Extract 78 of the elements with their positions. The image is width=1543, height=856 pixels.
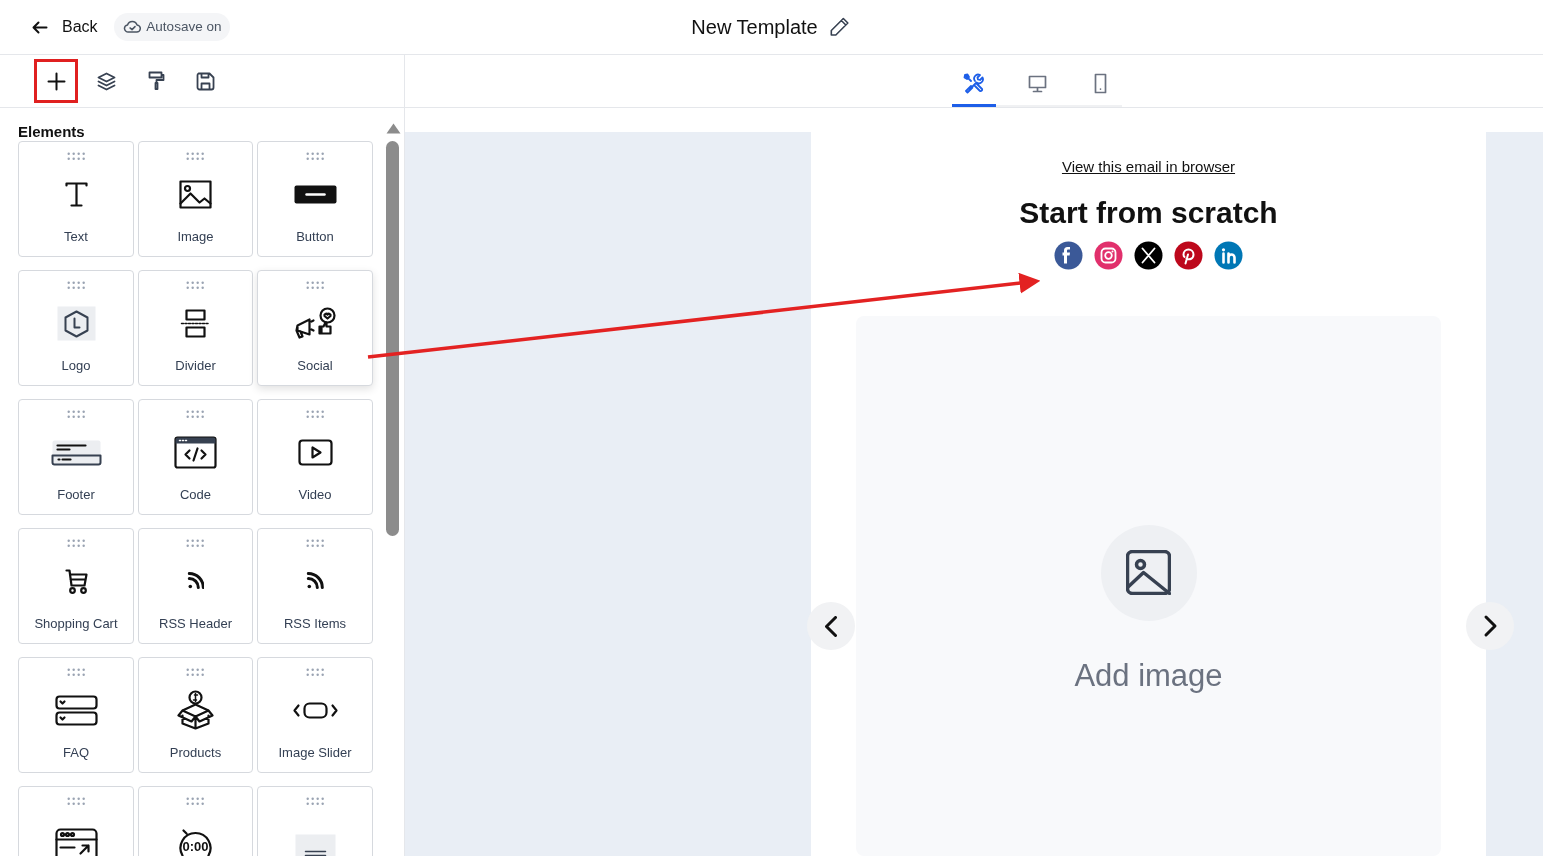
tool-button[interactable]	[34, 59, 78, 103]
grip-icon	[304, 538, 326, 549]
product-box-icon	[177, 690, 214, 731]
element-tile[interactable]: 0:00	[138, 786, 253, 856]
scrollbar-thumb[interactable]	[386, 141, 399, 536]
grip-icon	[304, 409, 326, 420]
image-icon	[179, 179, 212, 209]
element-tile[interactable]: Image Slider	[257, 657, 373, 773]
add-image-label: Add image	[1074, 656, 1223, 695]
logo-icon	[55, 304, 97, 342]
image-icon	[1126, 550, 1171, 595]
social-icon[interactable]	[1173, 239, 1204, 271]
grip-icon	[304, 151, 326, 162]
email-heading: Start from scratch	[1019, 194, 1278, 231]
grip-icon	[185, 796, 206, 807]
element-tile[interactable]: Logo	[18, 270, 134, 386]
grip-icon	[304, 280, 326, 291]
cloud-check-icon	[122, 20, 142, 34]
social-icon[interactable]	[1053, 239, 1084, 271]
phone-icon	[1093, 73, 1107, 94]
element-tile[interactable]: Button	[257, 141, 373, 257]
grip-icon	[185, 280, 206, 291]
next-button[interactable]	[1466, 602, 1514, 650]
grip-icon	[185, 667, 206, 678]
monitor-icon	[1027, 74, 1047, 93]
view-in-browser-link[interactable]: View this email in browser	[1061, 156, 1236, 179]
grip-icon	[185, 538, 206, 549]
element-tile[interactable]: Text	[18, 141, 134, 257]
grip-icon	[304, 796, 326, 807]
previous-button[interactable]	[807, 602, 855, 650]
element-tile[interactable]: Social	[257, 270, 373, 386]
accordion-icon	[54, 694, 98, 726]
rss-icon	[186, 572, 205, 591]
paint-roller-icon	[147, 71, 165, 91]
scroll-up-icon[interactable]	[385, 122, 402, 135]
social-icon[interactable]	[1133, 239, 1164, 271]
element-tile[interactable]: Video	[257, 399, 373, 515]
layers-icon	[96, 71, 116, 91]
grip-icon	[185, 151, 206, 162]
element-tile[interactable]: Image	[138, 141, 253, 257]
megaphone-thumb-icon	[294, 307, 336, 340]
grip-icon	[65, 796, 87, 807]
element-tile[interactable]: Footer	[18, 399, 134, 515]
grip-icon	[65, 409, 87, 420]
autosave-badge: Autosave on	[113, 12, 231, 42]
element-tile[interactable]: Shopping Cart	[18, 528, 134, 644]
back-button[interactable]: Back	[32, 15, 98, 39]
video-icon	[297, 438, 333, 466]
chevron-left-icon	[825, 615, 837, 637]
webpage-link-icon	[54, 827, 98, 856]
grip-icon	[65, 667, 87, 678]
element-tile[interactable]: FAQ	[18, 657, 134, 773]
element-tile[interactable]: RSS Items	[257, 528, 373, 644]
cart-icon	[64, 568, 88, 595]
grip-icon	[65, 280, 87, 291]
grip-icon	[65, 151, 87, 162]
section-title: Elements	[18, 123, 86, 141]
code-window-icon	[174, 435, 217, 469]
element-tile[interactable]: RSS Header	[138, 528, 253, 644]
slider-icon	[292, 701, 338, 719]
rss-icon	[306, 572, 324, 591]
grip-icon	[304, 667, 326, 678]
add-icon	[46, 71, 66, 91]
grip-icon	[65, 538, 87, 549]
image-placeholder[interactable]: Add image	[856, 315, 1441, 856]
back-arrow-icon	[32, 20, 48, 34]
save-icon	[196, 71, 216, 91]
template-title: New Template	[691, 15, 818, 40]
element-tile[interactable]: Divider	[138, 270, 253, 386]
grip-icon	[185, 409, 206, 420]
button-icon	[292, 183, 338, 205]
tools-icon	[963, 73, 985, 94]
pencil-icon	[829, 17, 850, 37]
element-tile[interactable]: Code	[138, 399, 253, 515]
element-tile[interactable]: Products	[138, 657, 253, 773]
text-icon	[64, 181, 88, 207]
footer-icon	[50, 438, 102, 466]
divider-icon	[180, 308, 211, 338]
